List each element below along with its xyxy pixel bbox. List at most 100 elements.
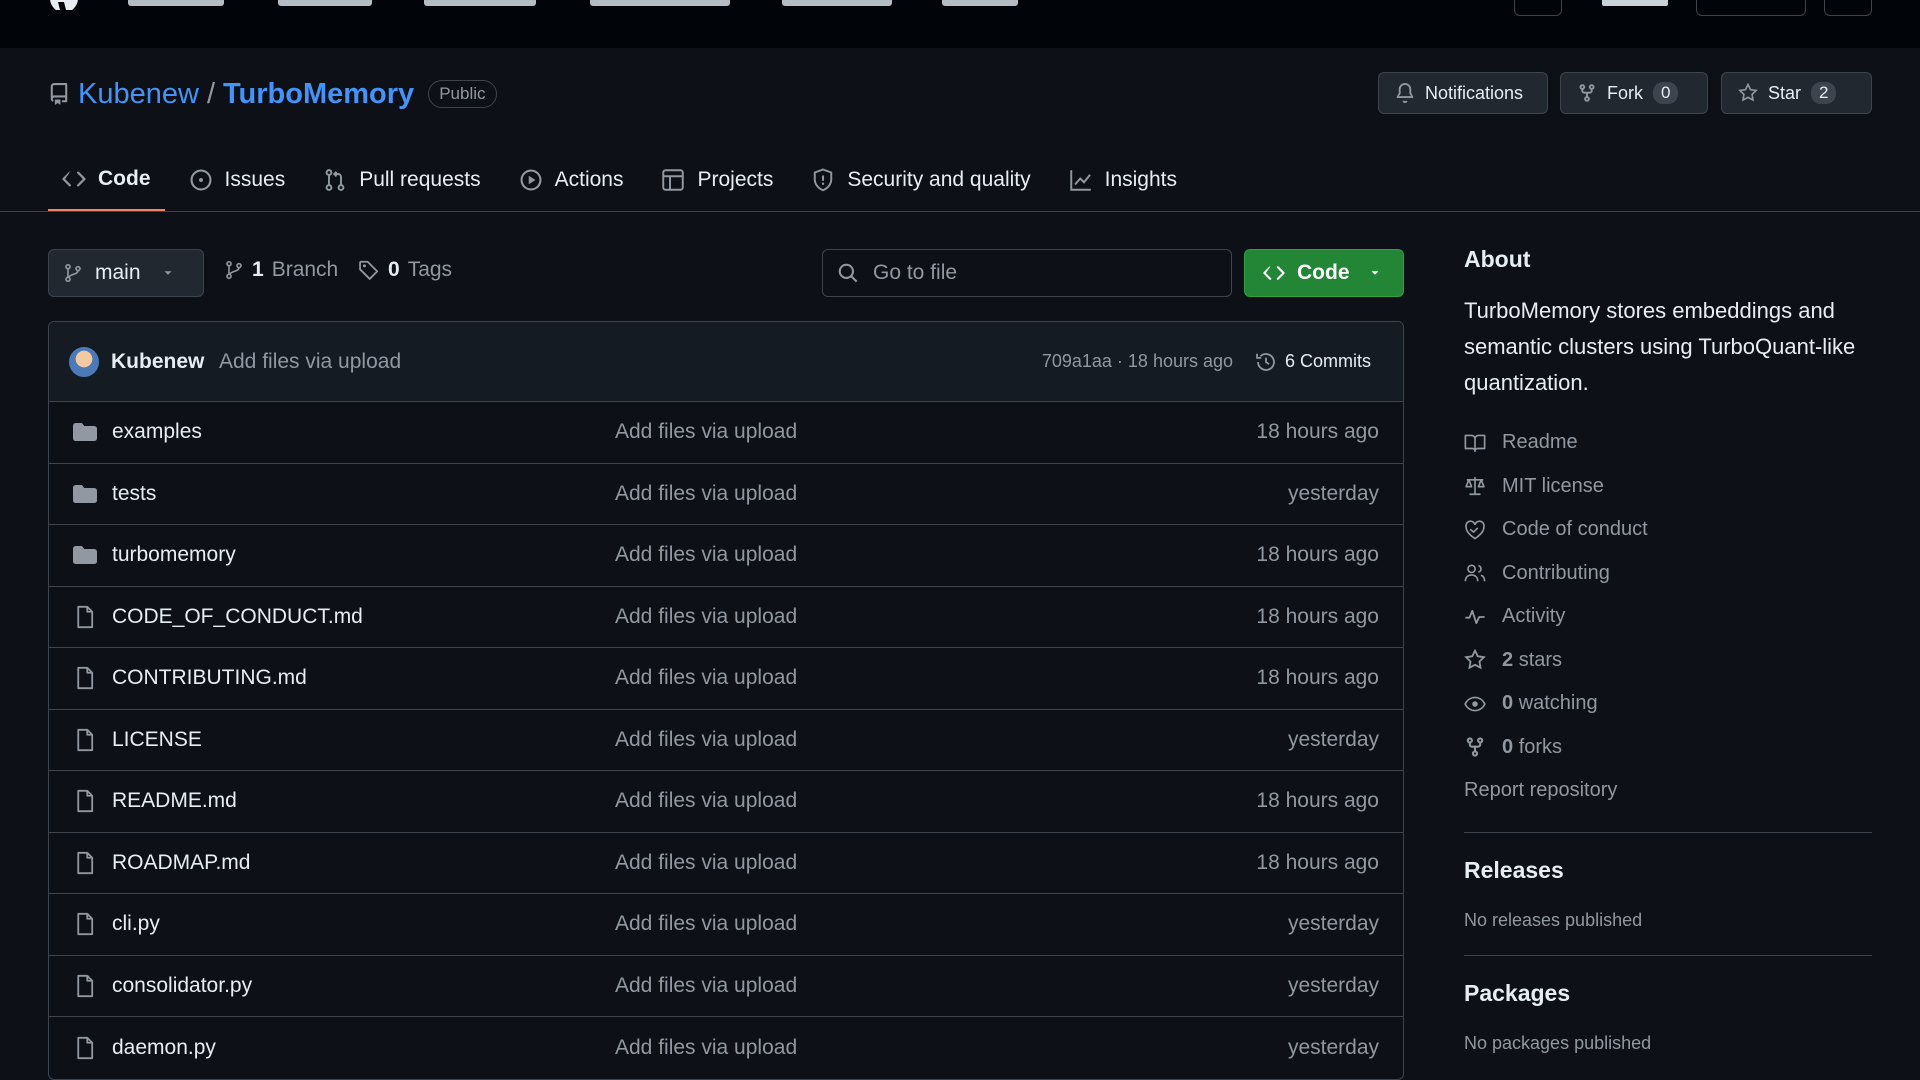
file-commit-message[interactable]: Add files via upload xyxy=(615,851,797,875)
tab-pull-requests-label: Pull requests xyxy=(359,168,481,191)
file-icon xyxy=(73,605,97,629)
file-commit-message[interactable]: Add files via upload xyxy=(615,728,797,752)
file-row[interactable]: examples Add files via upload 18 hours ago xyxy=(49,402,1403,464)
tab-security[interactable]: Security and quality xyxy=(797,156,1044,204)
nav-enterprise[interactable] xyxy=(782,0,892,6)
file-name-link[interactable]: examples xyxy=(112,420,202,444)
notifications-button[interactable]: Notifications xyxy=(1378,72,1548,114)
file-commit-message[interactable]: Add files via upload xyxy=(615,912,797,936)
file-row[interactable]: cli.py Add files via upload yesterday xyxy=(49,894,1403,956)
tab-pull-requests[interactable]: Pull requests xyxy=(309,156,494,204)
file-name-link[interactable]: consolidator.py xyxy=(112,974,252,998)
about-item-text: MIT license xyxy=(1502,475,1604,498)
about-item-forks[interactable]: 0 forks xyxy=(1464,726,1872,770)
packages-heading[interactable]: Packages xyxy=(1464,980,1872,1007)
file-name-link[interactable]: CONTRIBUTING.md xyxy=(112,666,307,690)
about-item-contributing[interactable]: Contributing xyxy=(1464,552,1872,596)
file-name-link[interactable]: ROADMAP.md xyxy=(112,851,250,875)
sign-up-button[interactable] xyxy=(1696,0,1806,16)
tab-issues-label: Issues xyxy=(224,168,286,191)
file-commit-message[interactable]: Add files via upload xyxy=(615,543,797,567)
go-to-file-input[interactable] xyxy=(873,261,1173,285)
file-name-link[interactable]: LICENSE xyxy=(112,728,202,752)
file-row[interactable]: daemon.py Add files via upload yesterday xyxy=(49,1017,1403,1079)
about-item-label: Contributing xyxy=(1502,561,1610,584)
tab-actions[interactable]: Actions xyxy=(505,156,638,204)
github-logo-icon[interactable] xyxy=(46,0,96,14)
file-row[interactable]: tests Add files via upload yesterday xyxy=(49,464,1403,525)
sign-in-link[interactable] xyxy=(1602,0,1668,6)
file-name-link[interactable]: CODE_OF_CONDUCT.md xyxy=(112,605,363,629)
nav-resources[interactable] xyxy=(424,0,536,6)
bell-icon xyxy=(1396,83,1414,103)
file-row[interactable]: ROADMAP.md Add files via upload 18 hours a… xyxy=(49,833,1403,894)
branches-link[interactable]: 1 Branch xyxy=(224,258,338,282)
about-item-stars[interactable]: 2 stars xyxy=(1464,639,1872,683)
caret-down-icon xyxy=(1371,271,1378,275)
commit-hash-time[interactable]: 709a1aa · 18 hours ago xyxy=(1042,351,1233,372)
file-row[interactable]: LICENSE Add files via upload yesterday xyxy=(49,710,1403,771)
about-item-text: 2 stars xyxy=(1502,649,1562,672)
about-description: TurboMemory stores embeddings and semant… xyxy=(1464,298,1856,395)
tags-link[interactable]: 0 Tags xyxy=(358,258,452,282)
tab-issues[interactable]: Issues xyxy=(175,156,300,204)
header-search-button[interactable] xyxy=(1514,0,1562,16)
commit-message[interactable]: Add files via upload xyxy=(219,350,401,374)
avatar[interactable] xyxy=(69,346,99,377)
file-row[interactable]: CONTRIBUTING.md Add files via upload 18 ho… xyxy=(49,648,1403,710)
latest-commit-row: Kubenew Add files via upload 709a1aa · 1… xyxy=(49,322,1403,402)
about-item-label: stars xyxy=(1518,648,1563,671)
commit-author[interactable]: Kubenew xyxy=(111,350,204,374)
file-name-link[interactable]: daemon.py xyxy=(112,1036,216,1060)
about-item-label: Code of conduct xyxy=(1502,518,1648,541)
file-row[interactable]: consolidator.py Add files via upload yeste… xyxy=(49,956,1403,1017)
nav-pricing[interactable] xyxy=(942,0,1018,6)
file-commit-message[interactable]: Add files via upload xyxy=(615,974,797,998)
about-item-mit-license[interactable]: MIT license xyxy=(1464,465,1872,509)
branch-selector[interactable]: main xyxy=(48,249,204,297)
menu-button[interactable] xyxy=(1824,0,1872,16)
nav-solutions[interactable] xyxy=(278,0,372,6)
file-commit-message[interactable]: Add files via upload xyxy=(615,1036,797,1060)
file-name-link[interactable]: cli.py xyxy=(112,912,160,936)
about-list: Readme MIT license Code of conduct Contribu… xyxy=(1464,421,1872,769)
file-icon xyxy=(73,912,97,936)
file-commit-message[interactable]: Add files via upload xyxy=(615,789,797,813)
code-dropdown-button[interactable]: Code xyxy=(1244,249,1404,297)
about-item-label: forks xyxy=(1518,735,1563,758)
commits-history-link[interactable]: 6 Commits xyxy=(1255,351,1371,373)
branch-name: main xyxy=(95,261,141,284)
nav-open-source[interactable] xyxy=(590,0,730,6)
file-row[interactable]: README.md Add files via upload 18 hours ag… xyxy=(49,771,1403,833)
tab-insights[interactable]: Insights xyxy=(1055,156,1191,204)
tab-projects-label: Projects xyxy=(697,168,774,191)
file-name-link[interactable]: tests xyxy=(112,482,156,506)
code-icon xyxy=(62,171,86,186)
tab-code[interactable]: Code xyxy=(48,156,165,212)
file-commit-message[interactable]: Add files via upload xyxy=(615,420,797,444)
file-name-link[interactable]: turbomemory xyxy=(112,543,236,567)
about-item-code-of-conduct[interactable]: Code of conduct xyxy=(1464,508,1872,552)
go-to-file-search[interactable] xyxy=(822,249,1232,297)
fork-button[interactable]: Fork 0 xyxy=(1560,72,1708,114)
file-commit-message[interactable]: Add files via upload xyxy=(615,605,797,629)
about-item-count: 0 xyxy=(1502,735,1514,758)
file-icon xyxy=(73,974,97,998)
about-item-readme[interactable]: Readme xyxy=(1464,421,1872,465)
tab-projects[interactable]: Projects xyxy=(647,156,787,204)
file-commit-message[interactable]: Add files via upload xyxy=(615,482,797,506)
nav-product[interactable] xyxy=(128,0,224,6)
releases-heading[interactable]: Releases xyxy=(1464,857,1872,884)
about-item-activity[interactable]: Activity xyxy=(1464,595,1872,639)
file-commit-time: yesterday xyxy=(1287,727,1379,751)
about-item-watching[interactable]: 0 watching xyxy=(1464,682,1872,726)
file-name-link[interactable]: README.md xyxy=(112,789,237,813)
report-repository-link[interactable]: Report repository xyxy=(1464,769,1872,812)
star-button[interactable]: Star 2 xyxy=(1721,72,1872,114)
book-icon xyxy=(1464,432,1486,454)
repo-owner-link[interactable]: Kubenew xyxy=(78,78,199,111)
repo-name-link[interactable]: TurboMemory xyxy=(223,78,414,111)
file-row[interactable]: turbomemory Add files via upload 18 hours … xyxy=(49,525,1403,587)
file-commit-message[interactable]: Add files via upload xyxy=(615,666,797,690)
file-row[interactable]: CODE_OF_CONDUCT.md Add files via upload 18… xyxy=(49,587,1403,648)
